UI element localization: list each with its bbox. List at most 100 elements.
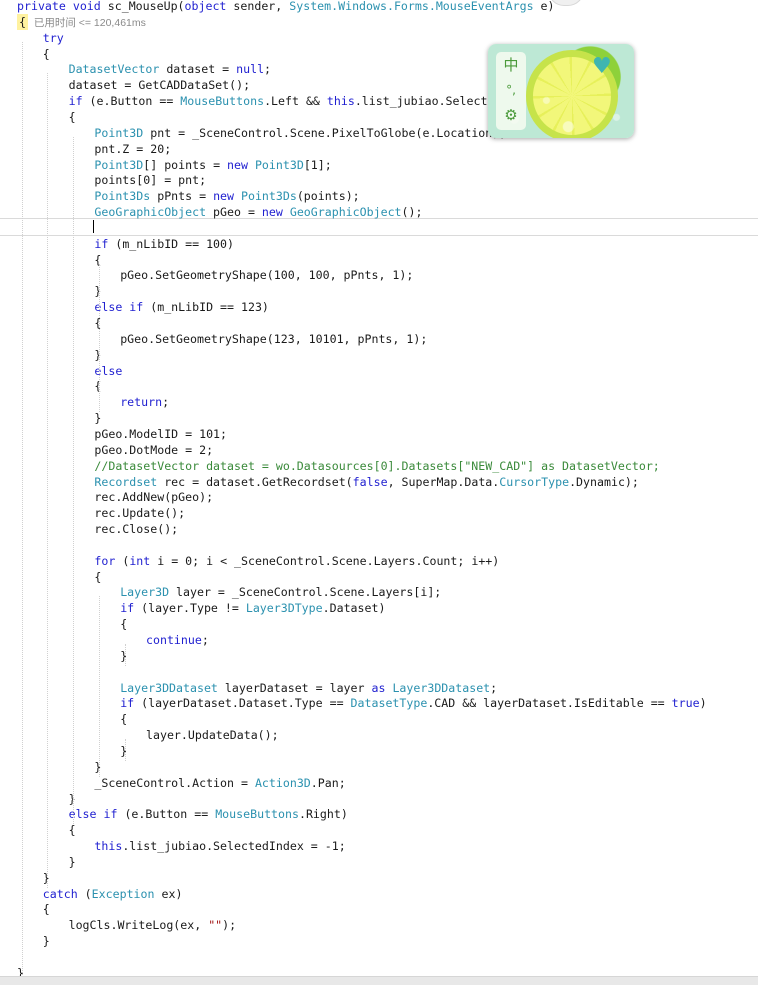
- code-line[interactable]: }: [94, 283, 101, 299]
- code-token: ();: [401, 205, 423, 220]
- code-line[interactable]: return;: [120, 394, 169, 410]
- ime-mode-toggle-button[interactable]: 中: [499, 54, 523, 76]
- code-line[interactable]: logCls.WriteLog(ex, "");: [69, 917, 237, 933]
- code-token: //DatasetVector dataset = wo.Datasources…: [94, 458, 660, 473]
- code-line[interactable]: else if (e.Button == MouseButtons.Right): [69, 806, 348, 822]
- code-line[interactable]: {: [120, 616, 127, 632]
- code-line[interactable]: this.list_jubiao.SelectedIndex = -1;: [94, 838, 345, 854]
- code-token: rec = dataset.GetRecordset(: [157, 474, 353, 489]
- code-line[interactable]: if (e.Button == MouseButtons.Left && thi…: [69, 93, 523, 109]
- code-token: (: [115, 553, 130, 568]
- code-line[interactable]: Layer3DDataset layerDataset = layer as L…: [120, 680, 497, 696]
- code-line[interactable]: {: [69, 109, 76, 125]
- code-line[interactable]: GeoGraphicObject pGeo = new GeoGraphicOb…: [94, 204, 422, 220]
- code-token: , SuperMap.Data.: [387, 474, 500, 489]
- code-token: if: [120, 601, 135, 616]
- code-line[interactable]: }: [69, 854, 76, 870]
- indent-guide: [47, 73, 48, 888]
- ime-punctuation-button[interactable]: °,: [499, 79, 523, 101]
- code-line[interactable]: if (m_nLibID == 100): [94, 236, 234, 252]
- code-token: Point3D: [254, 157, 304, 172]
- code-token: .Left &&: [264, 94, 327, 109]
- code-token: Point3Ds: [94, 189, 151, 204]
- code-token: i = 0; i < _SceneControl.Scene.Layers.Co…: [150, 553, 500, 568]
- code-token: private void: [17, 0, 108, 13]
- code-line[interactable]: rec.AddNew(pGeo);: [94, 489, 213, 505]
- code-token: {: [68, 823, 76, 838]
- code-line[interactable]: }: [120, 648, 127, 664]
- code-token: .Dataset): [322, 601, 386, 616]
- code-line[interactable]: rec.Close();: [94, 521, 178, 537]
- code-line[interactable]: rec.Update();: [94, 505, 185, 521]
- code-line[interactable]: Point3Ds pPnts = new Point3Ds(points);: [94, 188, 359, 204]
- code-token: rec.Update();: [94, 506, 186, 521]
- code-line[interactable]: DatasetVector dataset = null;: [69, 61, 271, 77]
- code-line[interactable]: {: [94, 569, 101, 585]
- code-line[interactable]: pGeo.ModelID = 101;: [94, 426, 227, 442]
- code-token: pnt = _SceneControl.Scene.PixelToGlobe(e…: [143, 125, 507, 140]
- code-line[interactable]: {: [43, 46, 50, 62]
- code-line[interactable]: {: [94, 252, 101, 268]
- code-line[interactable]: {: [120, 711, 127, 727]
- code-editor[interactable]: private void sc_MouseUp(object sender, S…: [0, 0, 758, 985]
- horizontal-scrollbar[interactable]: [0, 976, 758, 985]
- indent-guide: [125, 644, 126, 666]
- code-line[interactable]: { 已用时间 <= 120,461ms: [17, 13, 146, 30]
- code-line[interactable]: }: [94, 347, 101, 363]
- code-line[interactable]: try: [43, 30, 64, 46]
- ime-floating-panel[interactable]: ♥ 中 °, ⚙: [488, 44, 634, 138]
- code-line[interactable]: }: [94, 410, 101, 426]
- code-line[interactable]: _SceneControl.Action = Action3D.Pan;: [94, 775, 345, 791]
- code-line[interactable]: layer.UpdateData();: [146, 727, 279, 743]
- gear-icon[interactable]: ⚙: [499, 104, 523, 126]
- code-token: return: [120, 395, 163, 410]
- code-line[interactable]: points[0] = pnt;: [94, 172, 206, 188]
- code-line[interactable]: pGeo.SetGeometryShape(100, 100, pPnts, 1…: [120, 267, 413, 283]
- code-line[interactable]: Recordset rec = dataset.GetRecordset(fal…: [94, 474, 639, 490]
- code-line[interactable]: }: [94, 759, 101, 775]
- text-caret: [93, 220, 94, 233]
- code-token: }: [120, 648, 128, 663]
- code-token: points[0] = pnt;: [94, 173, 207, 188]
- code-line[interactable]: for (int i = 0; i < _SceneControl.Scene.…: [94, 553, 499, 569]
- code-token: ex): [154, 886, 183, 901]
- code-line[interactable]: pnt.Z = 20;: [94, 141, 171, 157]
- code-line[interactable]: dataset = GetCADDataSet();: [69, 77, 250, 93]
- code-token: if: [68, 94, 83, 109]
- code-token: (layerDataset.Dataset.Type ==: [134, 696, 351, 711]
- code-line[interactable]: continue;: [146, 632, 209, 648]
- code-line[interactable]: else if (m_nLibID == 123): [94, 299, 269, 315]
- code-token: }: [94, 284, 102, 299]
- code-line[interactable]: Point3D[] points = new Point3D[1];: [94, 157, 331, 173]
- code-line[interactable]: {: [94, 315, 101, 331]
- code-line[interactable]: if (layerDataset.Dataset.Type == Dataset…: [120, 695, 706, 711]
- code-token: }: [94, 411, 102, 426]
- code-token: (e.Button ==: [82, 94, 181, 109]
- code-line[interactable]: {: [69, 822, 76, 838]
- code-token: if: [120, 696, 135, 711]
- code-token: }: [42, 934, 50, 949]
- code-line[interactable]: Layer3D layer = _SceneControl.Scene.Laye…: [120, 584, 441, 600]
- code-line[interactable]: private void sc_MouseUp(object sender, S…: [17, 0, 555, 14]
- code-line[interactable]: //DatasetVector dataset = wo.Datasources…: [94, 458, 659, 474]
- code-line[interactable]: {: [43, 901, 50, 917]
- code-line[interactable]: pGeo.SetGeometryShape(123, 10101, pPnts,…: [120, 331, 427, 347]
- code-line[interactable]: }: [120, 743, 127, 759]
- code-line[interactable]: {: [94, 378, 101, 394]
- code-token: Recordset: [94, 474, 158, 489]
- code-token: pGeo.ModelID = 101;: [94, 426, 228, 441]
- code-token: sender,: [226, 0, 290, 13]
- code-token: (e.Button ==: [117, 807, 216, 822]
- code-token: .Dynamic);: [569, 474, 639, 489]
- code-token: {: [42, 46, 50, 61]
- code-line[interactable]: Point3D pnt = _SceneControl.Scene.PixelT…: [94, 125, 506, 141]
- code-line[interactable]: pGeo.DotMode = 2;: [94, 442, 213, 458]
- code-token: if: [94, 236, 109, 251]
- code-line[interactable]: }: [43, 933, 50, 949]
- code-line[interactable]: if (layer.Type != Layer3DType.Dataset): [120, 600, 385, 616]
- code-token: pGeo.SetGeometryShape(100, 100, pPnts, 1…: [120, 268, 414, 283]
- ime-toolbar: 中 °, ⚙: [496, 52, 526, 130]
- code-token: {: [42, 902, 50, 917]
- code-line[interactable]: catch (Exception ex): [43, 886, 183, 902]
- code-token: .CAD && layerDataset.IsEditable ==: [427, 696, 672, 711]
